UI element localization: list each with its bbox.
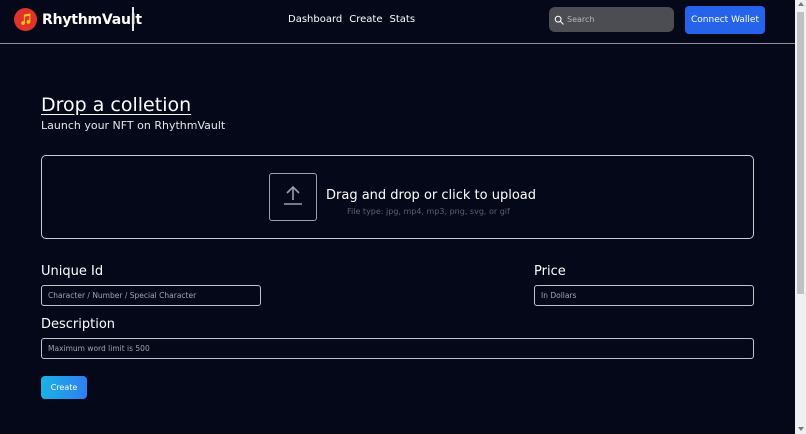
nav-link-stats[interactable]: Stats — [390, 14, 416, 25]
description-input[interactable] — [41, 338, 754, 359]
nav-link-create[interactable]: Create — [349, 14, 382, 25]
page: RhythmVault Dashboard Create Stats Conne… — [0, 0, 795, 434]
scroll-down-icon[interactable] — [798, 427, 804, 431]
scrollbar[interactable] — [795, 0, 806, 434]
price-label: Price — [534, 264, 566, 279]
search-box[interactable] — [549, 7, 674, 32]
app-name: RhythmVault — [42, 11, 142, 28]
nav-divider — [132, 7, 134, 31]
unique-id-input[interactable] — [41, 285, 261, 306]
upload-dropzone[interactable]: Drag and drop or click to upload File ty… — [41, 155, 754, 239]
search-icon — [554, 10, 564, 29]
nav-links: Dashboard Create Stats — [288, 14, 415, 25]
upload-arrow-icon — [281, 183, 305, 211]
scroll-up-icon[interactable] — [798, 2, 804, 6]
description-label: Description — [41, 317, 116, 332]
scrollbar-thumb[interactable] — [797, 12, 804, 294]
page-subtitle: Launch your NFT on RhythmVault — [41, 119, 226, 132]
upload-file-types: File type: jpg, mp4, mp3, png, svg, or g… — [347, 207, 510, 216]
upload-title: Drag and drop or click to upload — [326, 188, 537, 203]
create-button[interactable]: Create — [41, 376, 87, 399]
logo[interactable]: RhythmVault — [14, 8, 142, 31]
page-title: Drop a colletion — [41, 94, 192, 116]
price-input[interactable] — [534, 285, 754, 306]
search-input[interactable] — [567, 15, 667, 24]
navbar: RhythmVault Dashboard Create Stats Conne… — [0, 0, 795, 44]
nav-link-dashboard[interactable]: Dashboard — [288, 14, 342, 25]
unique-id-label: Unique Id — [41, 264, 104, 279]
upload-icon-box — [269, 173, 317, 221]
music-note-icon — [14, 8, 37, 31]
connect-wallet-button[interactable]: Connect Wallet — [685, 6, 765, 34]
